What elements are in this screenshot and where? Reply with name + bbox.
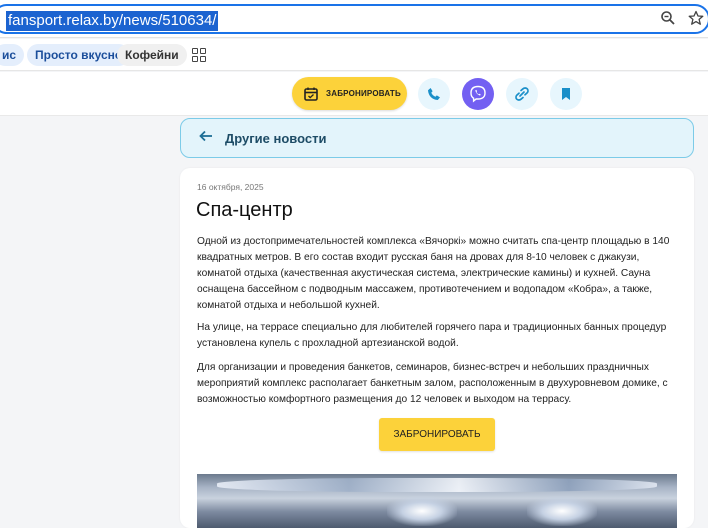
phone-icon (428, 88, 440, 100)
browser-address-bar: fansport.relax.by/news/510634/ (0, 0, 708, 38)
bookmark-icon (562, 88, 570, 100)
arrow-left-icon (199, 129, 213, 147)
photo-ceiling (217, 478, 657, 492)
bookmark-item-kofeyni[interactable]: Кофейни (117, 44, 187, 66)
photo-light (387, 496, 457, 526)
calendar-icon (304, 87, 318, 101)
article-title: Спа-центр (196, 199, 293, 221)
bookmark-star-icon[interactable] (686, 8, 706, 28)
article-paragraph: Для организации и проведения банкетов, с… (197, 362, 668, 405)
article-card: 16 октября, 2025 Спа-центр Одной из дост… (180, 168, 694, 528)
viber-button[interactable] (462, 78, 494, 110)
article-paragraph: На улице, на террасе специально для люби… (197, 322, 667, 349)
book-button[interactable]: ЗАБРОНИРОВАТЬ (292, 77, 407, 110)
other-news-label: Другие новости (225, 130, 327, 146)
share-link-button[interactable] (506, 78, 538, 110)
other-news-link[interactable]: Другие новости (180, 118, 694, 158)
action-toolbar: ЗАБРОНИРОВАТЬ (0, 72, 708, 116)
photo-light (527, 496, 597, 526)
link-icon (515, 87, 529, 101)
apps-grid-icon[interactable] (192, 48, 206, 62)
bookmark-item-prosto-vkusno[interactable]: Просто вкусно (27, 44, 131, 66)
bookmarks-bar: ис Просто вкусно Кофейни (0, 39, 708, 71)
save-bookmark-button[interactable] (550, 78, 582, 110)
phone-button[interactable] (418, 78, 450, 110)
zoom-icon[interactable] (658, 8, 678, 28)
book-button-label: ЗАБРОНИРОВАТЬ (326, 89, 401, 98)
article-paragraph: Одной из достопримечательностей комплекс… (197, 236, 670, 311)
url-text[interactable]: fansport.relax.by/news/510634/ (6, 11, 219, 31)
bookmark-item[interactable]: ис (0, 44, 25, 66)
viber-icon (470, 85, 486, 103)
book-cta-button[interactable]: ЗАБРОНИРОВАТЬ (379, 418, 495, 451)
article-photo (197, 474, 677, 528)
url-field[interactable]: fansport.relax.by/news/510634/ (0, 4, 708, 34)
article-date: 16 октября, 2025 (197, 182, 264, 192)
